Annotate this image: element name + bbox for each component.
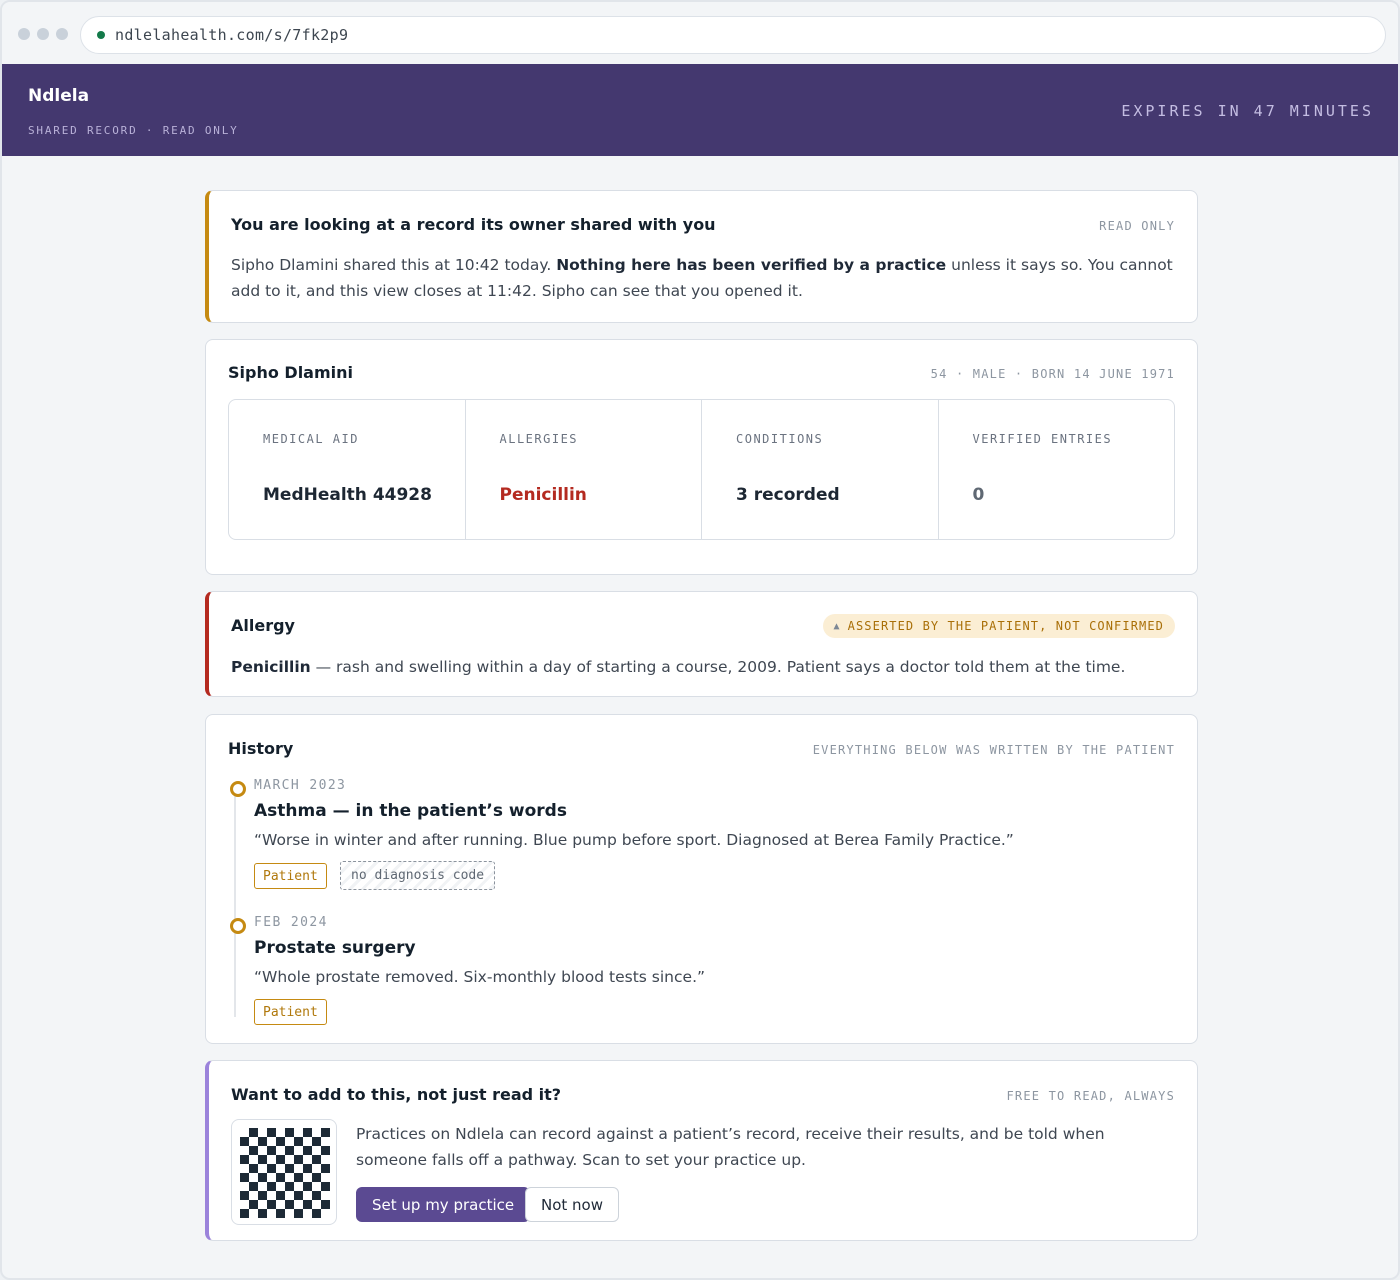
unconfirmed-badge: ▲ ASSERTED BY THE PATIENT, NOT CONFIRMED [822,614,1175,638]
window-dot-icon[interactable] [18,28,30,40]
stat-value: Penicillin [499,485,587,505]
address-bar[interactable]: ndlelahealth.com/s/7fk2p9 [80,16,1386,54]
allergy-name: Penicillin [231,658,311,676]
qr-code-icon [240,1128,330,1218]
stat-label: CONDITIONS [736,432,824,446]
stat-value: 3 recorded [736,485,840,505]
entry-quote: “Worse in winter and after running. Blue… [254,831,1014,849]
patient-demographics: 54 · MALE · BORN 14 JUNE 1971 [930,367,1175,381]
history-title: History [228,739,294,758]
notice-title: You are looking at a record its owner sh… [231,215,716,234]
entry-title: Asthma — in the patient’s words [254,801,567,821]
url-text[interactable]: ndlelahealth.com/s/7fk2p9 [115,26,348,44]
browser-chrome: ndlelahealth.com/s/7fk2p9 [2,2,1398,64]
history-card: History EVERYTHING BELOW WAS WRITTEN BY … [205,714,1198,1044]
stat-conditions: CONDITIONS 3 recorded [702,400,939,539]
not-now-button[interactable]: Not now [525,1187,619,1222]
history-meta: EVERYTHING BELOW WAS WRITTEN BY THE PATI… [812,743,1175,757]
stat-label: VERIFIED ENTRIES [972,432,1113,446]
entry-date: MARCH 2023 [254,778,347,793]
cta-meta: FREE TO READ, ALWAYS [1006,1089,1175,1103]
stat-medical-aid: MEDICAL AID MedHealth 44928 [229,400,466,539]
window-dot-icon[interactable] [56,28,68,40]
patient-stats-grid: MEDICAL AID MedHealth 44928 ALLERGIES Pe… [228,399,1175,540]
practice-signup-card: Want to add to this, not just read it? F… [205,1060,1198,1241]
allergy-title: Allergy [231,616,295,635]
secure-connection-icon [97,31,105,39]
timeline-line [234,787,236,1017]
allergy-text: Penicillin — rash and swelling within a … [231,654,1181,680]
entry-date: FEB 2024 [254,915,328,930]
allergy-description: — rash and swelling within a day of star… [310,658,1126,676]
window-dot-icon[interactable] [37,28,49,40]
read-only-badge: READ ONLY [1099,219,1175,233]
cta-text: Practices on Ndlela can record against a… [356,1125,1105,1169]
window-controls [18,28,68,40]
notice-text-part: Sipho Dlamini shared this at 10:42 today… [231,256,557,274]
patient-summary-card: Sipho Dlamini 54 · MALE · BORN 14 JUNE 1… [205,339,1198,575]
timeline-node-icon [230,781,246,797]
warning-triangle-icon: ▲ [833,620,841,632]
expiry-countdown: EXPIRES IN 47 MINUTES [1121,102,1374,120]
header-subtitle: SHARED RECORD · READ ONLY [28,124,239,137]
cta-title: Want to add to this, not just read it? [231,1085,562,1104]
stat-verified-entries: VERIFIED ENTRIES 0 [939,400,1175,539]
stat-label: ALLERGIES [499,432,579,446]
tag-no-diagnosis-code: no diagnosis code [340,861,496,890]
entry-title: Prostate surgery [254,938,416,958]
unconfirmed-badge-label: ASSERTED BY THE PATIENT, NOT CONFIRMED [847,619,1164,633]
stat-value: 0 [972,485,985,505]
stat-value: MedHealth 44928 [263,485,432,505]
app-header: Ndlela SHARED RECORD · READ ONLY EXPIRES… [2,64,1398,156]
set-up-practice-button[interactable]: Set up my practice [356,1187,531,1222]
brand-logo[interactable]: Ndlela [28,86,89,106]
allergy-card: Allergy ▲ ASSERTED BY THE PATIENT, NOT C… [205,591,1198,697]
stat-label: MEDICAL AID [263,432,359,446]
patient-name: Sipho Dlamini [228,363,354,382]
stat-allergies: ALLERGIES Penicillin [466,400,702,539]
timeline-node-icon [230,918,246,934]
entry-quote: “Whole prostate removed. Six-monthly blo… [254,968,706,986]
notice-text-bold: Nothing here has been verified by a prac… [556,256,947,274]
shared-record-notice: You are looking at a record its owner sh… [205,190,1198,323]
notice-text: Sipho Dlamini shared this at 10:42 today… [231,252,1181,304]
browser-window: ndlelahealth.com/s/7fk2p9 Ndlela SHARED … [0,0,1400,1280]
qr-code[interactable] [231,1119,337,1225]
tag-patient: Patient [254,999,327,1025]
tag-patient: Patient [254,863,327,889]
